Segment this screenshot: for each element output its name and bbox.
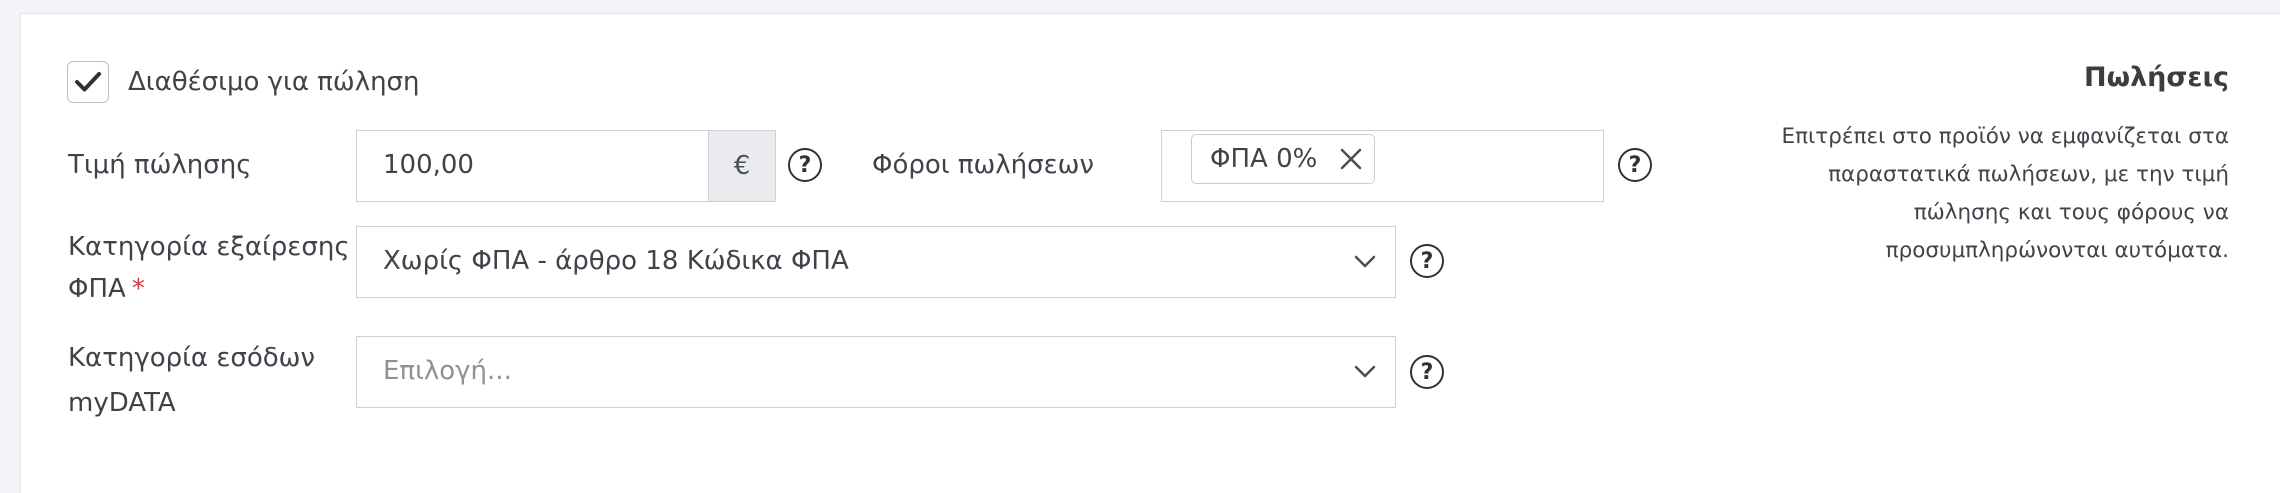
mydata-income-help-icon[interactable]: ?	[1410, 355, 1444, 389]
vat-exemption-select[interactable]: Χωρίς ΦΠΑ - άρθρο 18 Κώδικα ΦΠΑ	[356, 226, 1396, 298]
description-line: παραστατικά πωλήσεων, με την τιμή	[1828, 162, 2229, 187]
sale-price-input[interactable]: 100,00	[356, 130, 710, 202]
chevron-down-icon	[1354, 255, 1376, 268]
vat-exemption-help-icon[interactable]: ?	[1410, 244, 1444, 278]
currency-addon: €	[708, 130, 776, 202]
description-line: Επιτρέπει στο προϊόν να εμφανίζεται στα	[1781, 124, 2229, 149]
mydata-income-placeholder: Επιλογή...	[383, 356, 512, 386]
description-line: πώλησης και τους φόρους να	[1913, 200, 2229, 225]
checkmark-icon	[75, 72, 101, 92]
description-line: προσυμπληρώνονται αυτόματα.	[1885, 238, 2229, 263]
vat-exemption-label-line1: Κατηγορία εξαίρεσης	[68, 232, 350, 262]
section-description: Επιτρέπει στο προϊόν να εμφανίζεται στα …	[1739, 118, 2229, 270]
sale-price-help-icon[interactable]: ?	[788, 148, 822, 182]
remove-chip-icon[interactable]	[1338, 146, 1364, 172]
section-title: Πωλήσεις	[2084, 62, 2229, 93]
tax-chip: ΦΠΑ 0%	[1191, 134, 1375, 184]
available-for-sale-label: Διαθέσιμο για πώληση	[128, 67, 420, 97]
mydata-income-select[interactable]: Επιλογή...	[356, 336, 1396, 408]
available-for-sale-checkbox[interactable]	[67, 61, 109, 103]
mydata-income-label-line2: myDATA	[68, 388, 176, 418]
mydata-income-label-line1: Κατηγορία εσόδων	[68, 343, 315, 373]
vat-exemption-value: Χωρίς ΦΠΑ - άρθρο 18 Κώδικα ΦΠΑ	[383, 246, 849, 276]
chevron-down-icon	[1354, 365, 1376, 378]
sales-taxes-help-icon[interactable]: ?	[1618, 148, 1652, 182]
sale-price-value: 100,00	[383, 150, 474, 180]
required-marker: *	[131, 274, 145, 304]
sale-price-label: Τιμή πώλησης	[68, 150, 252, 180]
vat-exemption-label-line2: ΦΠΑ *	[68, 274, 145, 304]
tax-chip-label: ΦΠΑ 0%	[1210, 144, 1318, 174]
sales-taxes-label: Φόροι πωλήσεων	[872, 150, 1094, 180]
